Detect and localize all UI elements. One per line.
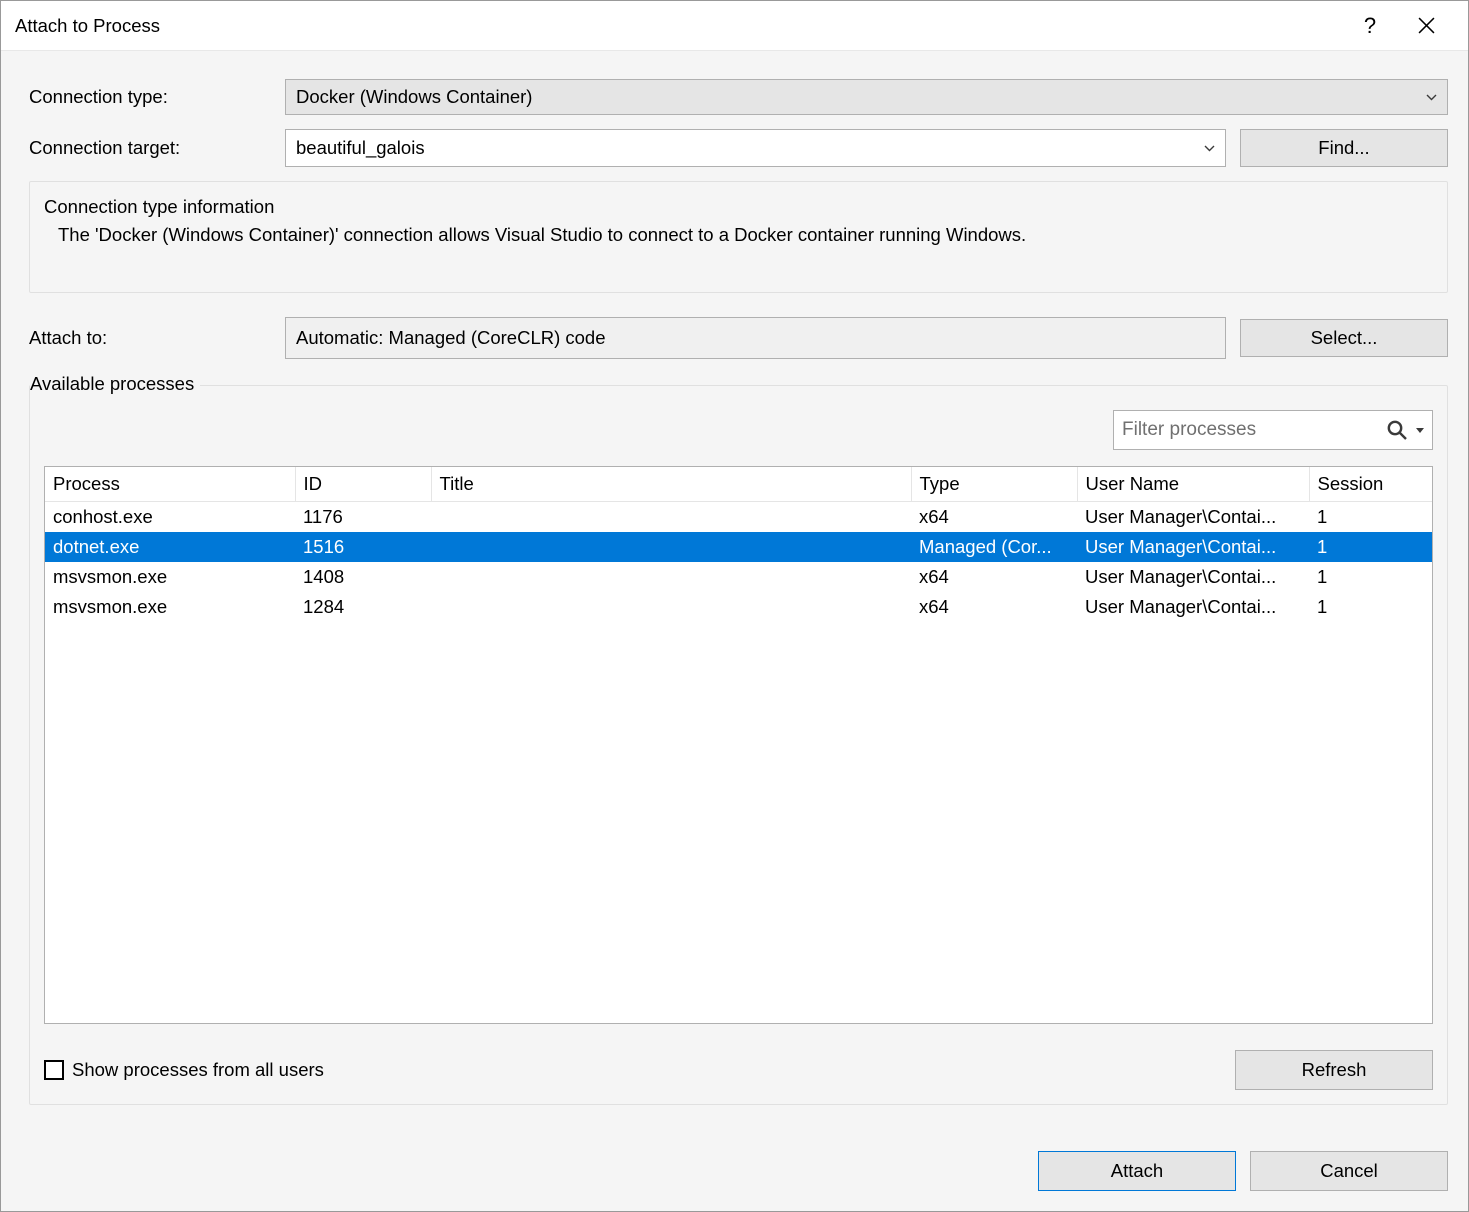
attach-to-label: Attach to:: [29, 327, 285, 349]
cell-title: [431, 562, 911, 592]
cell-id: 1176: [295, 502, 431, 533]
column-header-process[interactable]: Process: [45, 467, 295, 502]
table-row[interactable]: msvsmon.exe1408 x64User Manager\Contai...…: [45, 562, 1432, 592]
table-row[interactable]: conhost.exe1176 x64User Manager\Contai...…: [45, 502, 1432, 533]
cancel-button[interactable]: Cancel: [1250, 1151, 1448, 1191]
attach-button[interactable]: Attach: [1038, 1151, 1236, 1191]
cell-process: msvsmon.exe: [45, 562, 295, 592]
chevron-down-icon: [1204, 145, 1215, 152]
window-title: Attach to Process: [15, 15, 1342, 37]
connection-target-value: beautiful_galois: [296, 137, 1204, 159]
close-icon: [1418, 17, 1435, 34]
cell-user: User Manager\Contai...: [1077, 532, 1309, 562]
refresh-button[interactable]: Refresh: [1235, 1050, 1433, 1090]
cell-user: User Manager\Contai...: [1077, 502, 1309, 533]
cell-id: 1516: [295, 532, 431, 562]
cell-type: x64: [911, 562, 1077, 592]
cell-id: 1284: [295, 592, 431, 622]
close-button[interactable]: [1398, 2, 1454, 50]
attach-to-display: Automatic: Managed (CoreCLR) code: [285, 317, 1226, 359]
processes-table: Process ID Title Type User Name Session …: [44, 466, 1433, 1024]
select-button[interactable]: Select...: [1240, 319, 1448, 357]
show-all-users-checkbox[interactable]: Show processes from all users: [44, 1059, 324, 1081]
column-header-user[interactable]: User Name: [1077, 467, 1309, 502]
cell-type: Managed (Cor...: [911, 532, 1077, 562]
cell-process: dotnet.exe: [45, 532, 295, 562]
available-processes-label: Available processes: [30, 373, 200, 395]
connection-type-info-group: Connection type information The 'Docker …: [29, 181, 1448, 293]
cell-session: 1: [1309, 562, 1432, 592]
info-text: The 'Docker (Windows Container)' connect…: [44, 224, 1433, 246]
find-button[interactable]: Find...: [1240, 129, 1448, 167]
help-button[interactable]: ?: [1342, 2, 1398, 50]
cell-session: 1: [1309, 592, 1432, 622]
available-processes-group: Available processes Pro: [29, 385, 1448, 1105]
connection-target-combobox[interactable]: beautiful_galois: [285, 129, 1226, 167]
dialog-content: Connection type: Docker (Windows Contain…: [1, 51, 1468, 1211]
cell-type: x64: [911, 592, 1077, 622]
column-header-session[interactable]: Session: [1309, 467, 1432, 502]
filter-processes-input[interactable]: [1122, 419, 1378, 441]
table-row[interactable]: msvsmon.exe1284 x64User Manager\Contai...…: [45, 592, 1432, 622]
titlebar: Attach to Process ?: [1, 1, 1468, 51]
cell-process: conhost.exe: [45, 502, 295, 533]
cell-title: [431, 502, 911, 533]
connection-target-label: Connection target:: [29, 137, 285, 159]
cell-user: User Manager\Contai...: [1077, 562, 1309, 592]
cell-user: User Manager\Contai...: [1077, 592, 1309, 622]
connection-type-label: Connection type:: [29, 86, 285, 108]
cell-process: msvsmon.exe: [45, 592, 295, 622]
cell-session: 1: [1309, 532, 1432, 562]
table-row[interactable]: dotnet.exe1516 Managed (Cor...User Manage…: [45, 532, 1432, 562]
cell-session: 1: [1309, 502, 1432, 533]
filter-dropdown-icon[interactable]: [1416, 428, 1424, 433]
column-header-title[interactable]: Title: [431, 467, 911, 502]
cell-title: [431, 592, 911, 622]
chevron-down-icon: [1426, 94, 1437, 101]
cell-title: [431, 532, 911, 562]
connection-type-value: Docker (Windows Container): [296, 86, 532, 108]
cell-type: x64: [911, 502, 1077, 533]
column-header-id[interactable]: ID: [295, 467, 431, 502]
table-header-row: Process ID Title Type User Name Session: [45, 467, 1432, 502]
search-icon: [1386, 419, 1408, 441]
column-header-type[interactable]: Type: [911, 467, 1077, 502]
connection-type-dropdown[interactable]: Docker (Windows Container): [285, 79, 1448, 115]
filter-processes-box[interactable]: [1113, 410, 1433, 450]
info-title: Connection type information: [44, 196, 1433, 218]
cell-id: 1408: [295, 562, 431, 592]
dialog-footer: Attach Cancel: [29, 1123, 1448, 1191]
checkbox-icon: [44, 1060, 64, 1080]
